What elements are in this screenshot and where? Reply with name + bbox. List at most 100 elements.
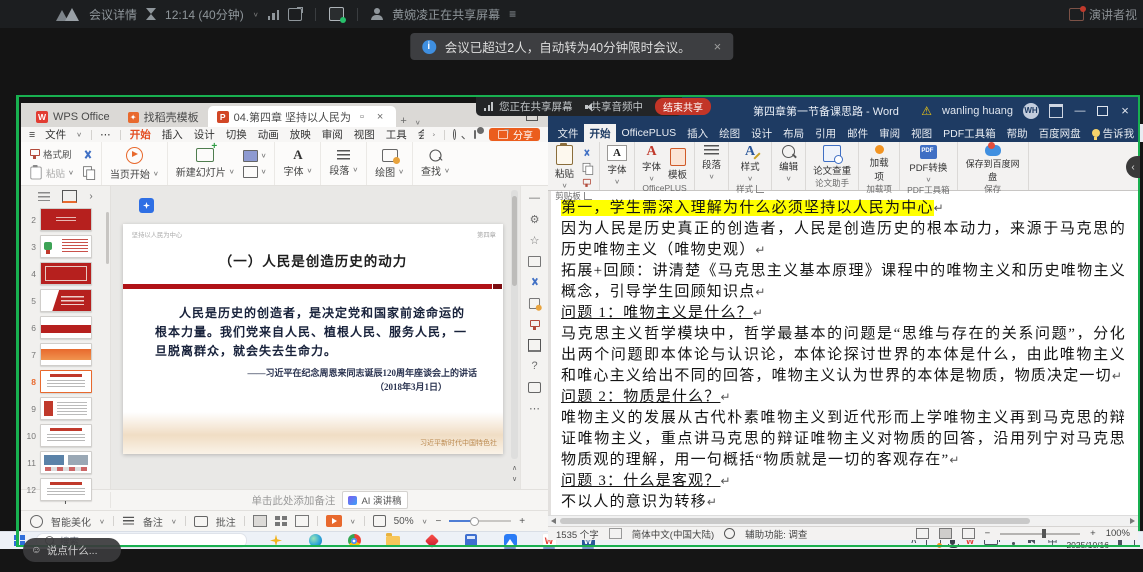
- pdf-convert-button[interactable]: PDF转换∨: [909, 145, 947, 184]
- notes-input[interactable]: 单击此处添加备注 AI 演讲稿: [111, 491, 548, 509]
- word-menu-pdf-tools[interactable]: PDF工具箱: [938, 124, 1002, 142]
- play-from-current-button[interactable]: 当页开始∨: [110, 147, 159, 181]
- scroll-right-icon[interactable]: [1130, 518, 1135, 524]
- prev-slide-icon[interactable]: ∧: [510, 465, 519, 473]
- section-button[interactable]: ∨: [243, 166, 267, 178]
- user-avatar[interactable]: WH: [1023, 103, 1039, 119]
- rail-more-icon[interactable]: ⋯: [528, 402, 541, 414]
- shared-doc-icon[interactable]: [329, 7, 344, 21]
- word-menu-view[interactable]: 视图: [906, 124, 938, 142]
- meeting-timer[interactable]: 12:14 (40分钟): [165, 6, 244, 23]
- rail-comment-icon[interactable]: [528, 381, 541, 393]
- word-maximize-button[interactable]: [1097, 106, 1108, 116]
- comments-toggle[interactable]: 批注: [216, 514, 236, 529]
- word-menu-officeplus[interactable]: OfficePLUS: [616, 124, 682, 142]
- word-copy-icon[interactable]: [583, 163, 591, 172]
- wps-menu-file[interactable]: 文件: [44, 127, 67, 142]
- ai-speech-badge[interactable]: AI 演讲稿: [342, 491, 407, 509]
- format-painter-button[interactable]: 格式刷: [29, 147, 74, 161]
- word-minimize-button[interactable]: —: [1073, 105, 1087, 117]
- word-account-name[interactable]: wanling huang: [942, 105, 1013, 117]
- word-paste-button[interactable]: 粘贴∨: [555, 145, 574, 190]
- next-slide-icon[interactable]: ∨: [510, 476, 519, 484]
- template-button[interactable]: 模板: [668, 148, 687, 181]
- normal-view-button[interactable]: [253, 515, 267, 527]
- slide-view-icon[interactable]: [62, 190, 77, 203]
- draw-menu-button[interactable]: 绘图∨: [375, 149, 404, 179]
- styles-button[interactable]: A 样式∨: [741, 145, 760, 183]
- styles-launcher-icon[interactable]: [756, 185, 764, 193]
- find-button[interactable]: 查找∨: [421, 150, 450, 178]
- wps-share-button[interactable]: 分享: [489, 128, 540, 141]
- file-chevron-icon[interactable]: ∨: [76, 131, 82, 138]
- wps-file-hamburger-icon[interactable]: ≡: [29, 129, 35, 141]
- paragraph-menu-button[interactable]: 段落∨: [329, 150, 358, 177]
- slideshow-play-button[interactable]: [326, 515, 342, 527]
- zoom-in-button[interactable]: +: [519, 516, 525, 527]
- wps-menu-more-icon[interactable]: ⋯: [100, 129, 111, 141]
- wps-menu-transition[interactable]: 切换: [225, 127, 248, 142]
- word-zoom-slider[interactable]: [1000, 533, 1080, 535]
- wps-home-tab[interactable]: W WPS Office: [27, 107, 119, 127]
- font-menu-button[interactable]: A 字体∨: [283, 149, 312, 178]
- rail-objects-icon[interactable]: [528, 255, 541, 267]
- wps-menu-tools[interactable]: 工具: [385, 127, 408, 142]
- sharer-menu-icon[interactable]: ≡: [509, 7, 516, 21]
- accessibility-status[interactable]: 辅助功能: 调查: [745, 527, 807, 541]
- ribbon-display-options-icon[interactable]: [1049, 104, 1063, 118]
- cut-icon[interactable]: [82, 150, 93, 161]
- rail-help-icon[interactable]: ?: [528, 360, 541, 372]
- meeting-chat-toast[interactable]: ☺ 说点什么...: [23, 538, 121, 562]
- word-font-button[interactable]: A 字体∨: [607, 145, 627, 186]
- word-format-painter-icon[interactable]: [582, 178, 591, 187]
- wps-docer-tab[interactable]: ✦ 找稻壳模板: [119, 107, 208, 127]
- wps-menu-member[interactable]: 会员专享: [417, 127, 424, 142]
- print-layout-button[interactable]: [939, 528, 952, 539]
- tab-list-chevron-icon[interactable]: ∨: [411, 119, 425, 126]
- word-menu-layout[interactable]: 布局: [778, 124, 810, 142]
- slide-vertical-scrollbar[interactable]: [511, 190, 518, 459]
- slide-thumb-8-selected[interactable]: 8: [21, 368, 110, 395]
- rail-settings-icon[interactable]: ⚙: [528, 213, 541, 225]
- web-layout-button[interactable]: [962, 528, 975, 539]
- wps-document-tab[interactable]: P 04.第四章 坚持以人民为 ▫ ×: [208, 106, 397, 127]
- slide-edit-area[interactable]: 坚持以人民为中心 第四章 （一）人民是创造历史的动力 人民是历史的创造者，是决定…: [111, 186, 520, 489]
- zoom-slider[interactable]: [449, 520, 511, 522]
- proofing-icon[interactable]: [609, 528, 622, 539]
- word-paragraph-button[interactable]: 段落∨: [702, 145, 721, 181]
- ribbon-collapse-button[interactable]: ‹: [1126, 156, 1140, 178]
- slide-thumb-3[interactable]: 3: [21, 233, 110, 260]
- tab-pin-icon[interactable]: ▫: [356, 111, 368, 123]
- slide-thumb-9[interactable]: 9: [21, 395, 110, 422]
- cloud-sync-icon[interactable]: [474, 130, 476, 139]
- slide-thumb-2[interactable]: 2: [21, 206, 110, 233]
- language-status[interactable]: 简体中文(中国大陆): [632, 527, 714, 541]
- slide-thumb-12[interactable]: 12: [21, 476, 110, 503]
- meeting-details-link[interactable]: 会议详情: [89, 6, 137, 23]
- word-zoom-out[interactable]: −: [985, 528, 991, 539]
- wps-zoom-level[interactable]: 50%: [394, 516, 414, 527]
- word-count[interactable]: 1535 个字: [556, 527, 599, 541]
- slide-thumb-7[interactable]: 7: [21, 341, 110, 368]
- reading-view-button[interactable]: [295, 515, 309, 527]
- slide-thumb-10[interactable]: 10: [21, 422, 110, 449]
- wps-menu-insert[interactable]: 插入: [161, 127, 184, 142]
- rail-ink-icon[interactable]: [528, 318, 541, 330]
- new-slide-button[interactable]: 新建幻灯片∨: [176, 148, 235, 179]
- word-menu-design[interactable]: 设计: [746, 124, 778, 142]
- beautify-icon[interactable]: [30, 515, 43, 528]
- word-menu-file[interactable]: 文件: [552, 124, 584, 142]
- baidu-save-button[interactable]: 保存到百度网盘: [965, 145, 1021, 183]
- notes-toggle[interactable]: 备注: [143, 514, 163, 529]
- hscroll-thumb[interactable]: [560, 518, 1030, 524]
- wps-menu-view[interactable]: 视图: [353, 127, 376, 142]
- new-tab-button[interactable]: +: [396, 115, 410, 127]
- word-horizontal-scrollbar[interactable]: [548, 515, 1138, 526]
- officeplus-font-button[interactable]: A 字体∨: [642, 145, 661, 183]
- wps-menu-animation[interactable]: 动画: [257, 127, 280, 142]
- slide-canvas[interactable]: 坚持以人民为中心 第四章 （一）人民是创造历史的动力 人民是历史的创造者，是决定…: [123, 224, 503, 454]
- slide-thumb-4[interactable]: 4: [21, 260, 110, 287]
- wps-menu-home[interactable]: 开始: [129, 127, 152, 142]
- word-menu-mailings[interactable]: 邮件: [842, 124, 874, 142]
- clipboard-launcher-icon[interactable]: [584, 192, 592, 200]
